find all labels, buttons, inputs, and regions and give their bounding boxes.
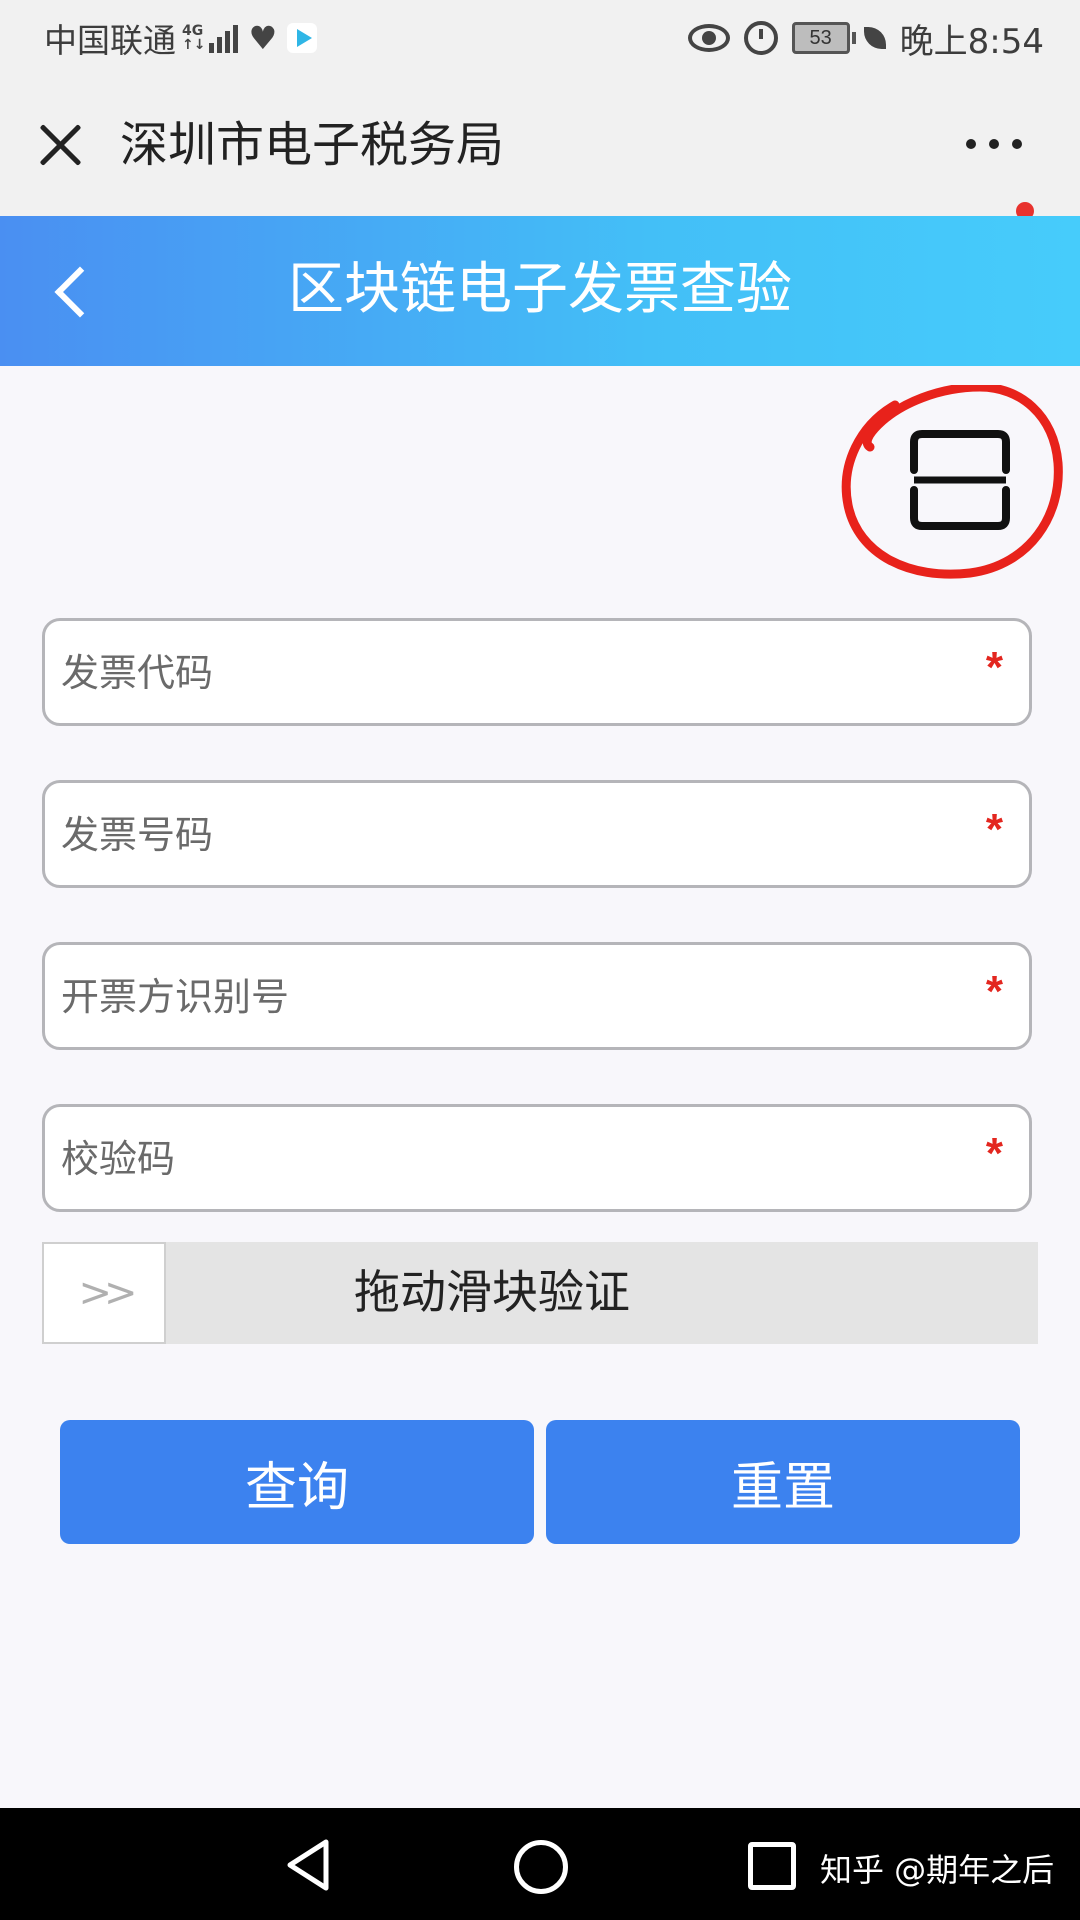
slider-label: 拖动滑块验证 (354, 1265, 630, 1319)
required-mark: * (985, 805, 1003, 854)
nav-recent-icon[interactable] (748, 1842, 796, 1890)
invoice-number-input[interactable] (59, 797, 963, 873)
network-type: 4G ↑↓ (182, 23, 206, 53)
close-icon[interactable] (36, 120, 84, 168)
nav-back-icon[interactable] (282, 1838, 336, 1892)
invoice-code-field[interactable]: * (42, 618, 1032, 726)
eye-icon (687, 24, 730, 52)
signal-icon (209, 23, 239, 53)
battery-level: 53 (809, 26, 832, 49)
invoice-code-input[interactable] (59, 635, 963, 711)
battery-icon: 53 (791, 22, 856, 54)
alarm-icon (743, 21, 778, 55)
status-right: 53 晚上8:54 (687, 14, 1044, 62)
double-chevron-icon: >> (78, 1270, 137, 1316)
required-mark: * (985, 967, 1003, 1016)
check-code-field[interactable]: * (42, 1104, 1032, 1212)
leaf-icon (863, 27, 886, 49)
app-title: 深圳市电子税务局 (120, 117, 505, 173)
heart-icon: ♥ (248, 19, 278, 57)
clock: 晚上8:54 (899, 21, 1044, 62)
more-icon[interactable] (966, 136, 1022, 152)
annotation-circle (841, 385, 1063, 579)
query-button[interactable]: 查询 (60, 1420, 534, 1544)
seller-id-input[interactable] (59, 959, 963, 1035)
required-mark: * (985, 1129, 1003, 1178)
reset-button[interactable]: 重置 (546, 1420, 1020, 1544)
status-left: 中国联通 4G ↑↓ ♥ (44, 14, 318, 62)
page-title: 区块链电子发票查验 (288, 257, 792, 322)
carrier-label: 中国联通 (44, 21, 176, 60)
invoice-number-field[interactable]: * (42, 780, 1032, 888)
required-mark: * (985, 643, 1003, 692)
play-icon (287, 23, 318, 53)
watermark: 知乎 @期年之后 (820, 1851, 1055, 1889)
check-code-input[interactable] (59, 1121, 963, 1197)
nav-home-icon[interactable] (514, 1840, 568, 1894)
slider-handle[interactable]: >> (42, 1242, 166, 1344)
seller-id-field[interactable]: * (42, 942, 1032, 1050)
